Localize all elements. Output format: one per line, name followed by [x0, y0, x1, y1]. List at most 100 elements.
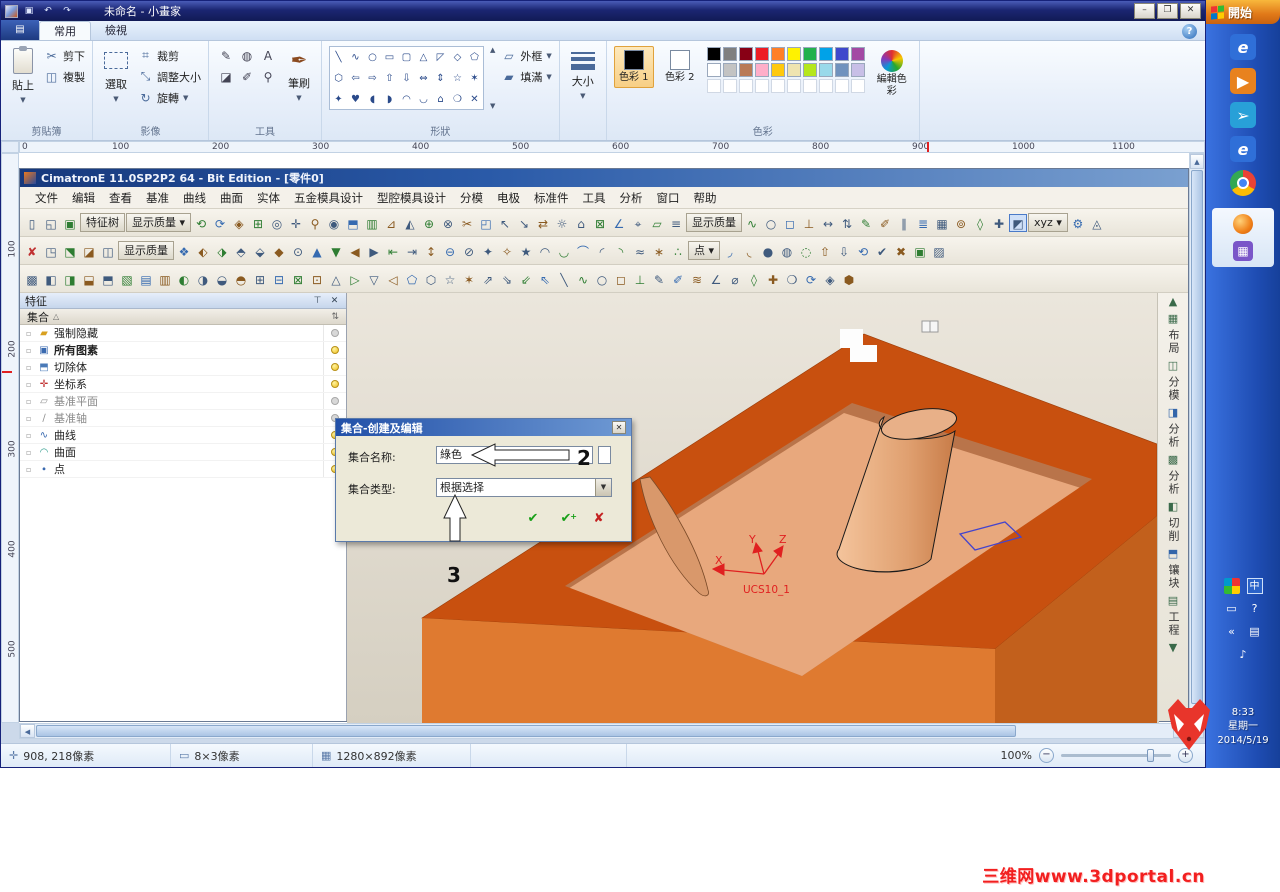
palette-swatch[interactable] [818, 47, 833, 61]
vertical-scrollbar[interactable]: ▲ ▼ [1189, 153, 1205, 739]
color1-button[interactable]: 色彩 1 [613, 46, 654, 88]
toolbar-icon[interactable]: ◒ [213, 270, 231, 288]
quick-access-save-icon[interactable]: ▣ [21, 4, 37, 18]
toolbar-icon[interactable]: ∥ [895, 214, 913, 232]
toolbar-icon[interactable]: ◊ [745, 270, 763, 288]
shape-icon[interactable]: ⬠ [466, 47, 483, 68]
right-toolbar-icon[interactable]: ▲ [1165, 295, 1181, 308]
toolbar-icon[interactable]: ⇤ [384, 242, 402, 260]
resize-button[interactable]: ⤡ 調整大小 [138, 67, 201, 86]
toolbar-icon[interactable]: ⌂ [572, 214, 590, 232]
right-toolbar-label[interactable]: 分析 [1165, 423, 1181, 449]
help-tray-icon[interactable]: ? [1247, 601, 1263, 617]
toolbar-icon[interactable]: ◜ [593, 242, 611, 260]
palette-swatch[interactable] [738, 79, 753, 93]
paint-task-icon[interactable]: ▦ [1233, 241, 1253, 261]
ie-icon[interactable]: e [1230, 34, 1256, 60]
toolbar-icon[interactable]: ◈ [230, 214, 248, 232]
toolbar-icon[interactable]: ❍ [783, 270, 801, 288]
toolbar-icon[interactable]: ◨ [61, 270, 79, 288]
ie-icon-2[interactable]: e [1230, 136, 1256, 162]
scroll-up-icon[interactable]: ▲ [1190, 154, 1204, 169]
toolbar-icon[interactable]: ◆ [270, 242, 288, 260]
shape-fill-button[interactable]: ▰ 填滿 ▼ [501, 67, 552, 86]
shape-icon[interactable]: ⬡ [330, 68, 347, 89]
toolbar-icon[interactable]: ▣ [911, 242, 929, 260]
right-toolbar-icon[interactable]: ▩ [1165, 453, 1181, 466]
shapes-scroll-down-icon[interactable]: ▼ [490, 102, 495, 110]
shape-icon[interactable]: ❍ [449, 89, 466, 109]
toolbar-icon[interactable]: ∿ [574, 270, 592, 288]
toolbar-icon[interactable]: ✧ [498, 242, 516, 260]
menu-item[interactable]: 帮助 [687, 190, 724, 206]
right-toolbar-icon[interactable]: ⬒ [1165, 547, 1181, 560]
shape-icon[interactable]: ◡ [415, 89, 432, 109]
palette-swatch[interactable] [818, 63, 833, 77]
dialog-cancel-button[interactable]: ✘ [590, 511, 608, 527]
feature-tree-item[interactable]: ▫ ∕ 基准轴 [20, 410, 346, 427]
toolbar-icon[interactable]: ⬡ [422, 270, 440, 288]
toolbar-icon[interactable]: ⬠ [403, 270, 421, 288]
palette-swatch[interactable] [770, 47, 785, 61]
toolbar-icon[interactable]: ⬒ [344, 214, 362, 232]
toolbar-icon[interactable]: ◞ [721, 242, 739, 260]
toolbar-icon[interactable]: ❖ [175, 242, 193, 260]
shape-icon[interactable]: ▭ [381, 47, 398, 68]
palette-swatch[interactable] [786, 63, 801, 77]
toolbar-icon[interactable]: ▲ [308, 242, 326, 260]
toolbar-icon[interactable]: ⇄ [534, 214, 552, 232]
toolbar-icon[interactable]: ✖ [892, 242, 910, 260]
tree-filter-icon[interactable]: ⇅ [331, 312, 339, 322]
menu-item[interactable]: 窗口 [650, 190, 687, 206]
mail-app-icon[interactable]: ➢ [1230, 102, 1256, 128]
palette-swatch[interactable] [834, 63, 849, 77]
toolbar-icon[interactable]: ≡ [667, 214, 685, 232]
right-toolbar-label[interactable]: 工程 [1165, 611, 1181, 637]
toolbar-icon[interactable]: ⊞ [251, 270, 269, 288]
toolbar-icon[interactable]: ✎ [650, 270, 668, 288]
set-name-input[interactable]: 綠色 [436, 446, 593, 464]
shape-icon[interactable]: ✕ [466, 89, 483, 109]
quick-access-redo-icon[interactable]: ↷ [59, 4, 75, 18]
paint-canvas[interactable]: CimatronE 11.0SP2P2 64 - Bit Edition - [… [19, 153, 1189, 723]
menu-item[interactable]: 分析 [613, 190, 650, 206]
paint-title-bar[interactable]: ▣ ↶ ↷ 未命名 - 小畫家 – ❐ ✕ [1, 1, 1205, 21]
toolbar-icon[interactable]: ╲ [555, 270, 573, 288]
dropdown-arrow-icon[interactable]: ▼ [595, 479, 611, 496]
palette-swatch[interactable] [722, 63, 737, 77]
palette-swatch[interactable] [770, 79, 785, 93]
palette-swatch[interactable] [786, 47, 801, 61]
toolbar-icon[interactable]: ◈ [821, 270, 839, 288]
toolbar-icon[interactable]: ⚙ [1069, 214, 1087, 232]
palette-swatch[interactable] [706, 47, 721, 61]
toolbar-icon[interactable]: ◀ [346, 242, 364, 260]
shape-icon[interactable]: ◖ [364, 89, 381, 109]
toolbar-icon[interactable]: ○ [762, 214, 780, 232]
toolbar-icon[interactable]: ⬓ [80, 270, 98, 288]
toolbar-icon[interactable]: ▣ [61, 214, 79, 232]
toolbar-icon[interactable]: ✛ [287, 214, 305, 232]
toolbar-icon[interactable]: ⇧ [816, 242, 834, 260]
shape-icon[interactable]: ◠ [398, 89, 415, 109]
right-toolbar-icon[interactable]: ◫ [1165, 359, 1181, 372]
palette-swatch[interactable] [770, 63, 785, 77]
toolbar-icon[interactable]: ⊕ [420, 214, 438, 232]
toolbar-icon[interactable]: ✂ [458, 214, 476, 232]
toolbar-icon[interactable]: ◝ [612, 242, 630, 260]
cut-button[interactable]: ✂ 剪下 [44, 46, 85, 65]
feature-tree-item[interactable]: ▫ ⬒ 切除体 [20, 359, 346, 376]
toolbar-icon[interactable]: ✎ [857, 214, 875, 232]
color-picker-icon[interactable]: ✐ [237, 67, 257, 87]
toolbar-icon[interactable]: ● [759, 242, 777, 260]
palette-swatch[interactable] [786, 79, 801, 93]
toolbar-icon[interactable]: ✐ [876, 214, 894, 232]
toolbar-icon[interactable]: ◭ [401, 214, 419, 232]
shape-icon[interactable]: ⇦ [347, 68, 364, 89]
toolbar-icon[interactable]: ⊥ [631, 270, 649, 288]
toolbar-icon[interactable]: ∗ [650, 242, 668, 260]
toolbar-button[interactable]: 特征树 [80, 213, 125, 232]
toolbar-icon[interactable]: ⊙ [289, 242, 307, 260]
toolbar-icon[interactable]: ⇅ [838, 214, 856, 232]
menu-item[interactable]: 五金模具设计 [287, 190, 370, 206]
toolbar-icon[interactable]: ⟳ [211, 214, 229, 232]
